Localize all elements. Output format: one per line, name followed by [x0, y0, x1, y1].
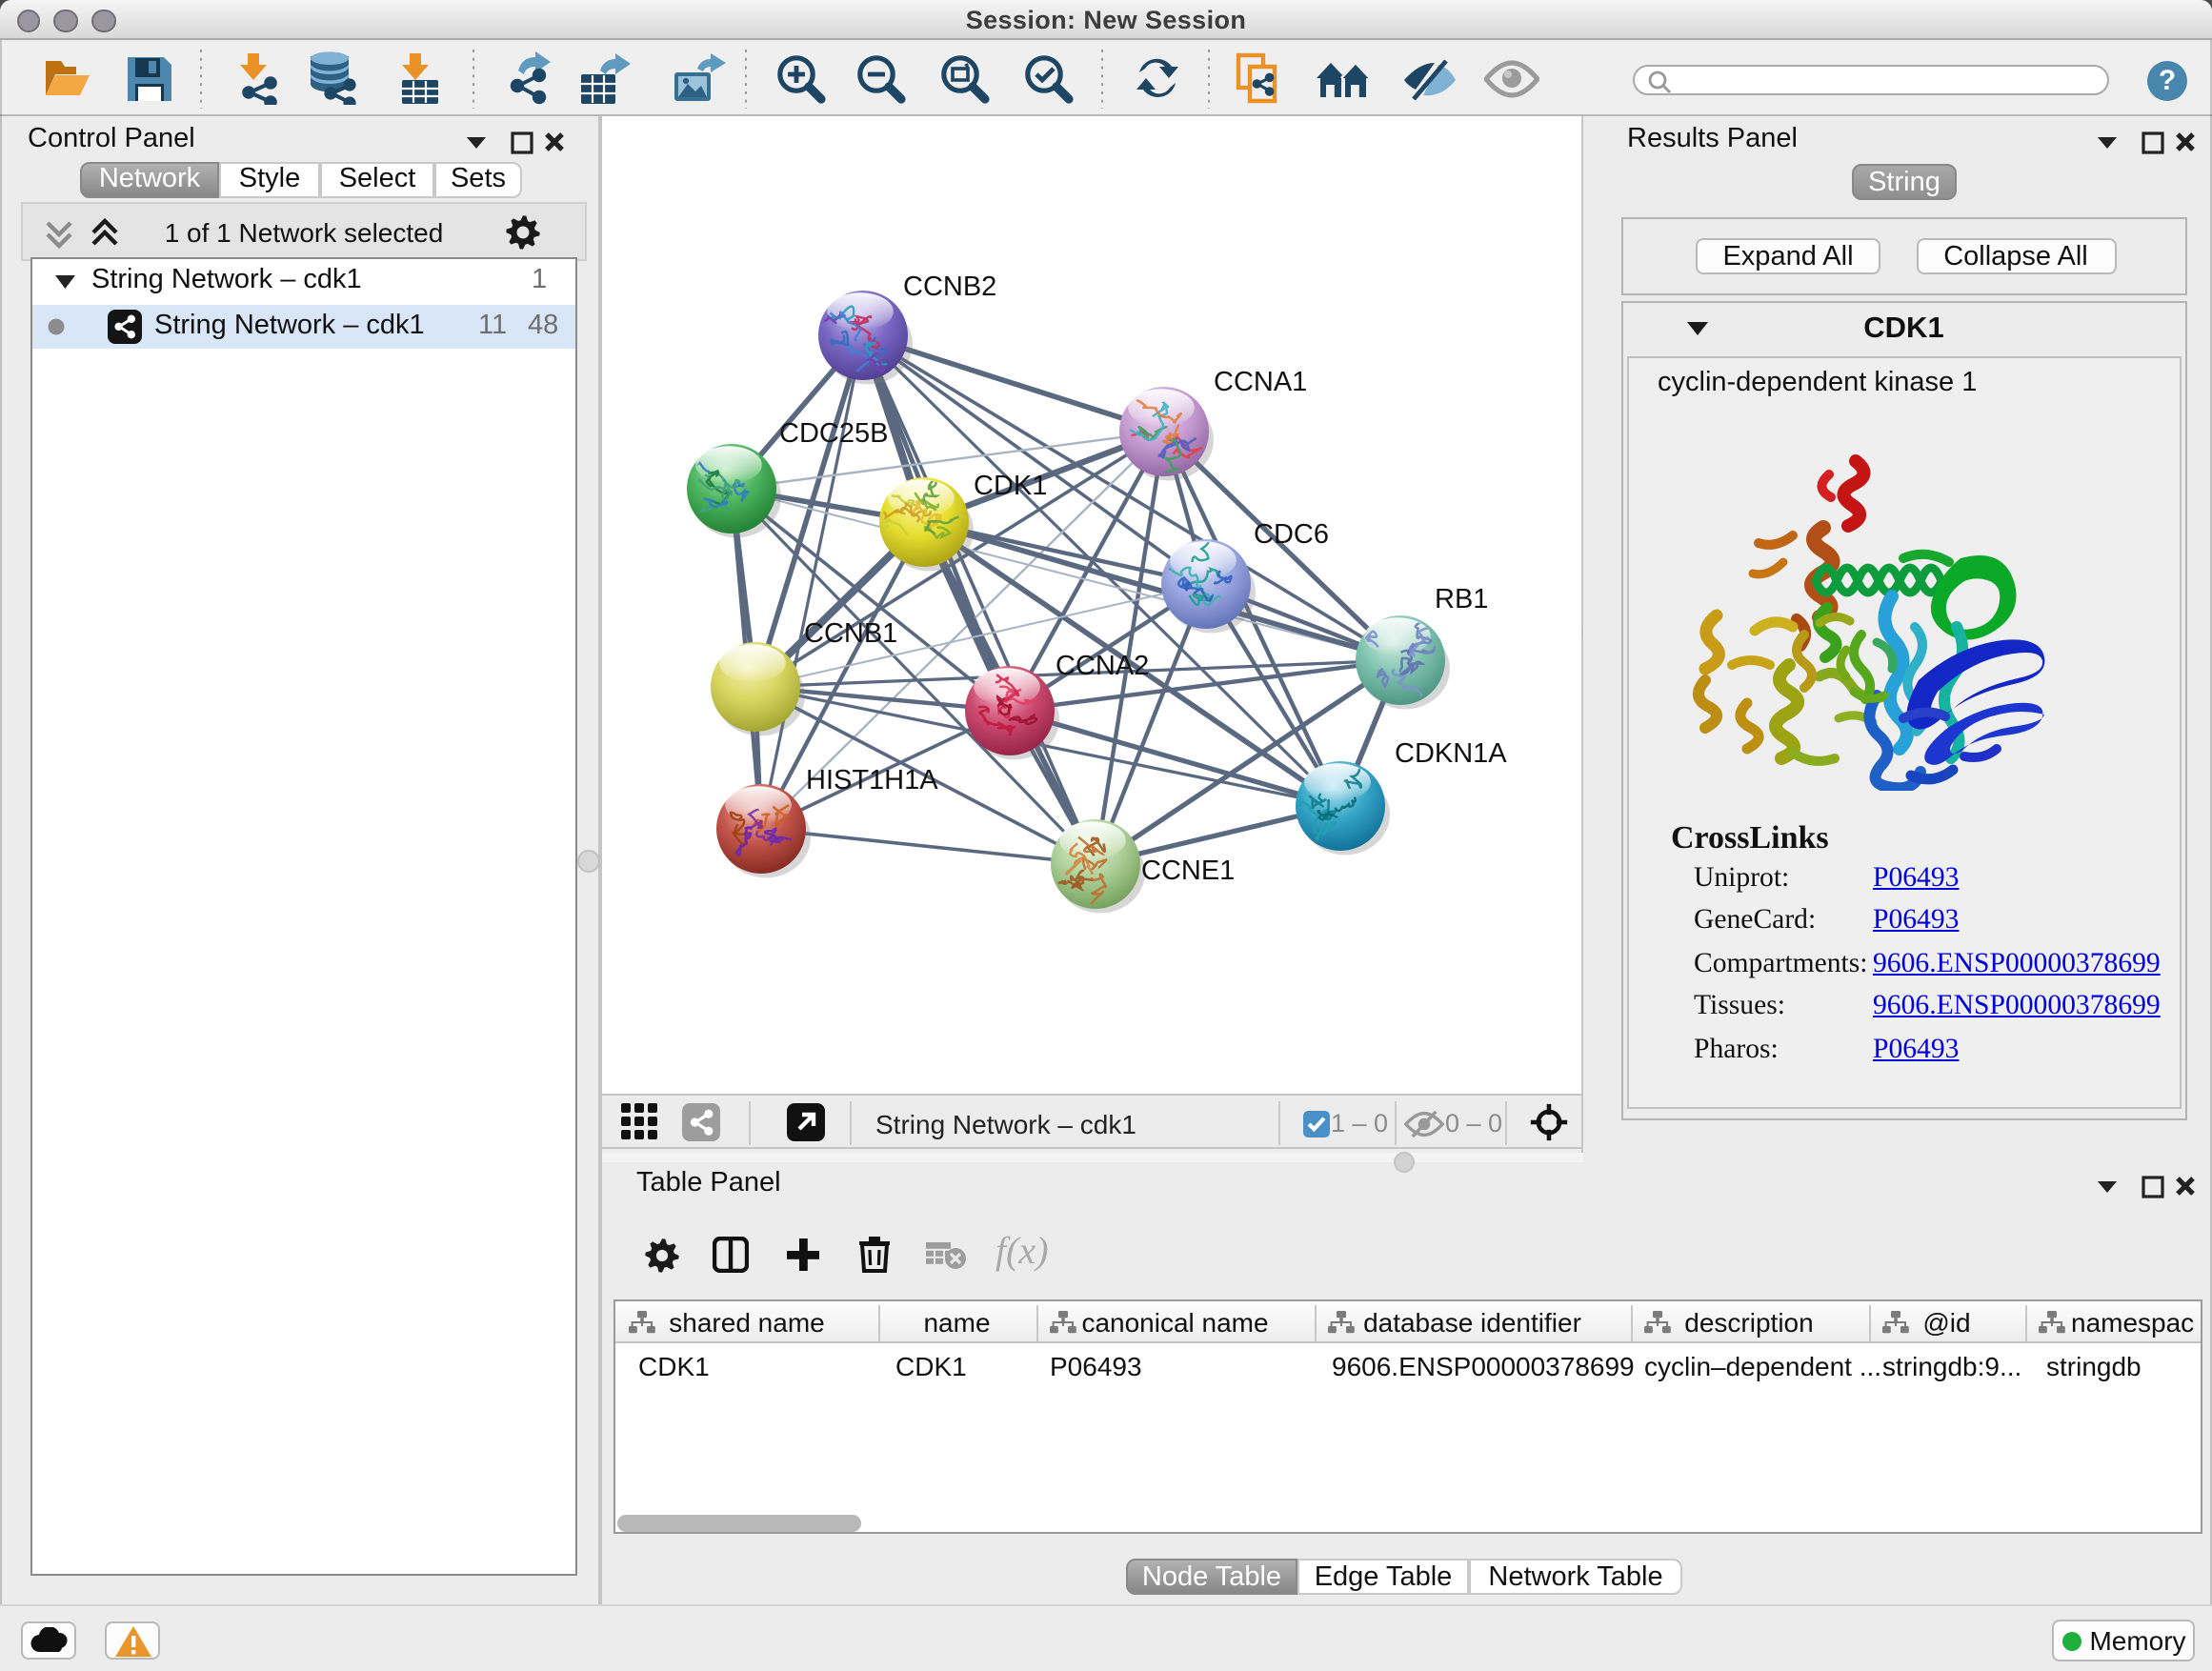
svg-text:CDKN1A: CDKN1A — [1394, 738, 1506, 769]
svg-text:CCNA2: CCNA2 — [1055, 651, 1148, 681]
svg-text:CDC25B: CDC25B — [778, 418, 887, 449]
svg-text:CCNB1: CCNB1 — [803, 618, 896, 649]
svg-text:CDC6: CDC6 — [1253, 519, 1328, 550]
svg-text:CDK1: CDK1 — [973, 471, 1046, 501]
svg-text:HIST1H1A: HIST1H1A — [805, 765, 937, 795]
svg-text:RB1: RB1 — [1434, 584, 1487, 614]
svg-text:CCNE1: CCNE1 — [1140, 856, 1234, 886]
svg-text:CCNA1: CCNA1 — [1213, 367, 1306, 397]
svg-text:CCNB2: CCNB2 — [902, 272, 995, 302]
